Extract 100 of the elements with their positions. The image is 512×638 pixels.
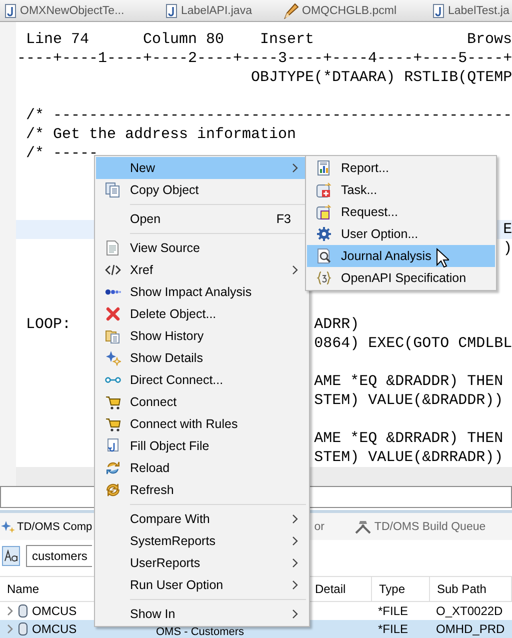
panel-tab[interactable]: TD/OMS Comp [1, 520, 92, 534]
menu-item[interactable]: New [96, 157, 308, 179]
menu-item[interactable]: Compare With [96, 508, 308, 530]
edit-mode: Insert [260, 30, 316, 49]
gear-icon [316, 226, 332, 242]
code-icon [105, 262, 121, 278]
menu-item[interactable]: Connect [96, 391, 308, 413]
menu-item[interactable]: Xref [96, 259, 308, 281]
table-cell: OMCUS [32, 622, 77, 636]
menu-item[interactable]: Refresh [96, 479, 308, 501]
code-text: E [503, 220, 512, 239]
column-ruler: ----+----1----+----2----+----3----+----4----+----5----+ [17, 49, 512, 68]
table-cell: *FILE [378, 622, 408, 636]
menu-item[interactable]: Report... [307, 157, 495, 179]
code-text: /* ----- [26, 144, 98, 163]
fill-file-icon [105, 438, 121, 454]
menu-label: UserReports [130, 556, 200, 570]
menu-label: Show Details [130, 351, 203, 365]
menu-item[interactable]: UserReports [96, 552, 308, 574]
menu-label: Direct Connect... [130, 373, 224, 387]
menu-label: Compare With [130, 512, 210, 526]
java-file-icon [4, 2, 17, 18]
code-text: OBJTYPE(*DTAARA) RSTLIB(QTEMP [251, 68, 512, 87]
menu-label: Task... [341, 183, 378, 197]
copy-icon [105, 182, 121, 198]
menu-label: OpenAPI Specification [341, 271, 466, 285]
table-cell: *FILE [378, 604, 408, 618]
line-indicator: Line 74 [26, 30, 90, 49]
menu-label: Xref [130, 263, 153, 277]
table-cell: OMCUS [32, 604, 77, 618]
menu-item[interactable]: Request... [307, 201, 495, 223]
menu-label: Copy Object [130, 183, 199, 197]
column-indicator: Column 80 [143, 30, 226, 49]
code-text: /* --------------------------------------------------- [26, 106, 512, 125]
menu-label: Connect [130, 395, 177, 409]
menu-item[interactable]: OpenAPI Specification [307, 267, 495, 289]
menu-label: View Source [130, 241, 200, 255]
menu-label: Reload [130, 461, 170, 475]
mouse-pointer-icon [436, 248, 449, 268]
search-field[interactable]: customers [26, 545, 92, 567]
braces-icon [316, 270, 332, 286]
code-text: /* Get the address information [26, 125, 296, 144]
shortcut-label: F3 [276, 212, 291, 226]
file-tab[interactable]: LabelTest.ja [432, 2, 512, 18]
menu-label: Show Impact Analysis [130, 285, 252, 299]
menu-label: Delete Object... [130, 307, 216, 321]
table-cell: O_XT0022D [436, 604, 503, 618]
menu-item[interactable]: Open F3 [96, 208, 308, 230]
sparkle-icon [105, 350, 121, 366]
menu-label: Report... [341, 161, 389, 175]
expand-chevron-icon[interactable] [6, 606, 14, 616]
file-tab[interactable]: OMQCHGLB.pcml [283, 2, 432, 18]
document-icon [105, 240, 121, 256]
menu-item[interactable]: Show Details [96, 347, 308, 369]
file-tab[interactable]: OMXNewObjectTe... [4, 2, 165, 18]
table-cell: OMHD_PRD [436, 622, 505, 636]
request-icon [316, 204, 332, 220]
menu-item[interactable]: Reload [96, 457, 308, 479]
menu-label: Show History [130, 329, 204, 343]
menu-item[interactable]: Delete Object... [96, 303, 308, 325]
menu-item[interactable]: View Source [96, 237, 308, 259]
menu-label: Request... [341, 205, 398, 219]
code-text: ADRR) [314, 315, 360, 334]
database-icon [18, 622, 28, 636]
menu-item[interactable]: Copy Object [96, 179, 308, 201]
menu-item[interactable]: Show Impact Analysis [96, 281, 308, 303]
code-text: STEM) VALUE(&DRADDR)) [314, 391, 504, 410]
letter-case-icon [4, 549, 18, 563]
menu-item[interactable]: SystemReports [96, 530, 308, 552]
expand-chevron-icon[interactable] [6, 624, 14, 634]
code-text: AME *EQ &DRRADR) THEN [314, 429, 504, 448]
report-icon [316, 160, 332, 176]
menu-label: Journal Analysis [341, 249, 432, 263]
code-text: STEM) VALUE(&DRRADR)) [314, 448, 504, 467]
column-header: Sub Path [430, 577, 512, 601]
pencil-icon [283, 2, 299, 18]
menu-item[interactable]: Show History [96, 325, 308, 347]
panel-tab[interactable]: or [314, 520, 324, 532]
menu-label: New [130, 161, 156, 175]
code-text: ) [503, 239, 512, 258]
menu-item[interactable]: Connect with Rules [96, 413, 308, 435]
menu-item[interactable]: Task... [307, 179, 495, 201]
menu-item[interactable]: Fill Object File [96, 435, 308, 457]
database-icon [18, 604, 28, 618]
sparkle-icon [1, 520, 15, 534]
match-case-toggle[interactable] [2, 546, 20, 566]
menu-label: User Option... [341, 227, 418, 241]
menu-item[interactable]: Journal Analysis [307, 245, 495, 267]
history-icon [105, 328, 121, 344]
refresh-icon [105, 482, 121, 498]
panel-tab[interactable]: TD/OMS Build Queue [354, 518, 486, 534]
delete-icon [105, 306, 121, 322]
menu-label: Fill Object File [130, 439, 210, 453]
reload-icon [105, 460, 121, 476]
file-tab[interactable]: LabelAPI.java [165, 2, 283, 18]
menu-item[interactable]: User Option... [307, 223, 495, 245]
code-text: AME *EQ &DRADDR) THEN [314, 372, 504, 391]
menu-item[interactable]: Direct Connect... [96, 369, 308, 391]
menu-label: SystemReports [130, 534, 216, 548]
java-file-icon [432, 2, 445, 18]
